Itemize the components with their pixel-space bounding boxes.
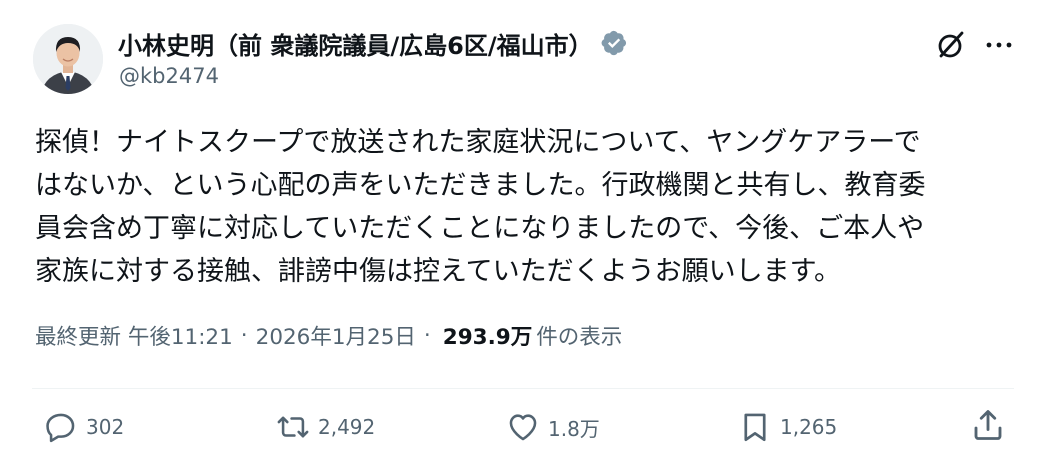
view-count: 293.9万 <box>442 325 533 350</box>
divider <box>32 388 1014 389</box>
tweet-text: 探偵！ナイトスクープで放送された家庭状況について、ヤングケアラーで はないか、と… <box>35 121 1010 293</box>
reply-count: 302 <box>86 415 125 439</box>
view-count-label: 件の表示 <box>536 325 623 350</box>
bookmark-count: 1,265 <box>780 415 838 439</box>
tweet-text-line: 家族に対する接触、誹謗中傷は控えていただくようお願いします。 <box>35 256 841 287</box>
author-name[interactable]: 小林史明（前 衆議院議員/広島6区/福山市） <box>118 26 593 61</box>
repost-icon <box>277 416 309 438</box>
tweet-text-line: 員会含め丁寧に対応していただくことになりましたので、今後、ご本人や <box>35 213 925 244</box>
grok-icon[interactable] <box>934 28 968 62</box>
like-count: 1.8万 <box>548 416 600 441</box>
reply-icon <box>46 413 75 443</box>
author-name-row: 小林史明（前 衆議院議員/広島6区/福山市） <box>118 26 627 60</box>
tweet-text-line: 探偵！ナイトスクープで放送された家庭状況について、ヤングケアラーで <box>35 127 921 158</box>
share-icon[interactable] <box>970 407 1006 443</box>
author-handle[interactable]: @kb2474 <box>119 64 219 88</box>
verified-badge-icon[interactable] <box>601 30 627 56</box>
repost-button[interactable]: 2,492 <box>276 407 375 447</box>
more-icon[interactable] <box>982 30 1016 60</box>
meta-separator: · <box>240 323 248 348</box>
tweet-text-line: はないか、という心配の声をいただきました。行政機関と共有し、教育委 <box>35 170 926 201</box>
avatar[interactable] <box>33 24 103 94</box>
bookmark-button[interactable]: 1,265 <box>738 407 837 447</box>
tweet-meta: 最終更新 午後11:21 · 2026年1月25日 · 293.9万 件の表示 <box>35 320 622 351</box>
bookmark-icon <box>744 413 766 442</box>
like-button[interactable]: 1.8万 <box>506 407 600 447</box>
meta-separator: · <box>423 323 431 348</box>
updated-time[interactable]: 最終更新 午後11:21 <box>35 320 233 351</box>
tweet-date[interactable]: 2026年1月25日 <box>256 320 416 351</box>
like-icon <box>509 414 537 441</box>
repost-count: 2,492 <box>318 415 376 439</box>
avatar-image <box>33 24 103 94</box>
reply-button[interactable]: 302 <box>44 407 124 447</box>
